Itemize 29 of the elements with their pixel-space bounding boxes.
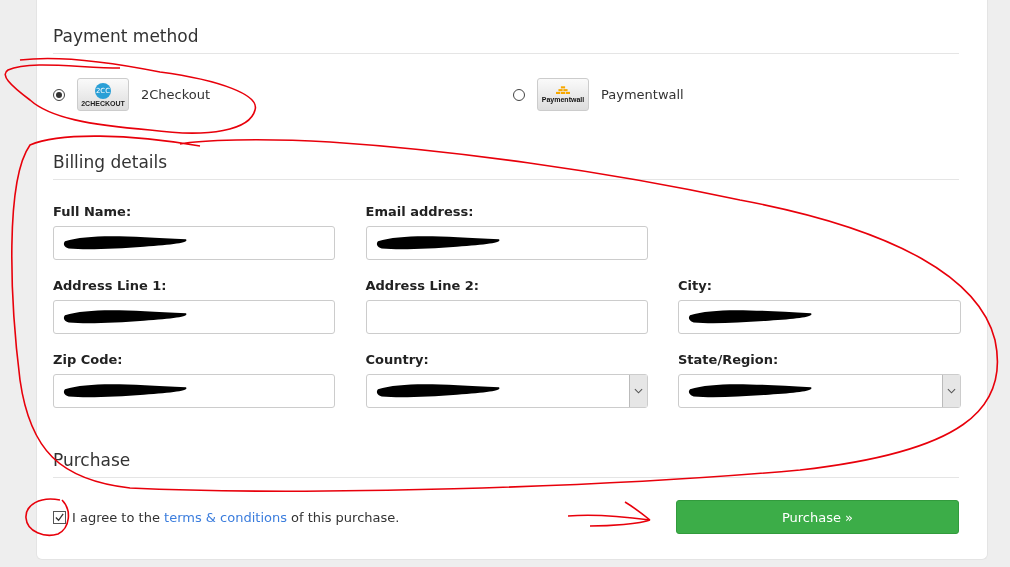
field-label: Country:: [365, 352, 430, 367]
input-field[interactable]: [53, 226, 335, 260]
field-label: Zip Code:: [53, 352, 124, 367]
input-field[interactable]: [678, 300, 961, 334]
field-label: State/Region:: [678, 352, 780, 367]
terms-link[interactable]: terms & conditions: [164, 509, 287, 525]
input-field[interactable]: [365, 226, 648, 260]
select-field[interactable]: [365, 374, 648, 408]
input-field[interactable]: [365, 300, 648, 334]
input-field[interactable]: [53, 300, 335, 334]
caret-icon: [628, 375, 647, 407]
field-label: City:: [678, 278, 713, 293]
checkbox[interactable]: [53, 510, 66, 524]
method-label: Paymentwall: [601, 87, 684, 102]
field-label: Full Name:: [53, 204, 133, 219]
annotation-loop: [25, 498, 70, 536]
section-heading: Payment method: [53, 26, 200, 46]
caret-icon: [942, 375, 960, 407]
select-field[interactable]: [678, 374, 961, 408]
field-label: Address Line 1:: [53, 278, 168, 293]
section-heading: Billing details: [53, 152, 169, 172]
input-field[interactable]: [53, 374, 335, 408]
section-heading: Purchase: [53, 450, 132, 470]
bricks-icon: [556, 86, 570, 95]
agreement-text: I agree to the terms & conditions of this purchase.: [72, 509, 400, 525]
field-label: Address Line 2:: [365, 278, 480, 293]
field-label: Email address:: [365, 204, 475, 219]
purchase-button[interactable]: Purchase »: [676, 500, 959, 534]
method-label: 2Checkout: [141, 87, 211, 102]
